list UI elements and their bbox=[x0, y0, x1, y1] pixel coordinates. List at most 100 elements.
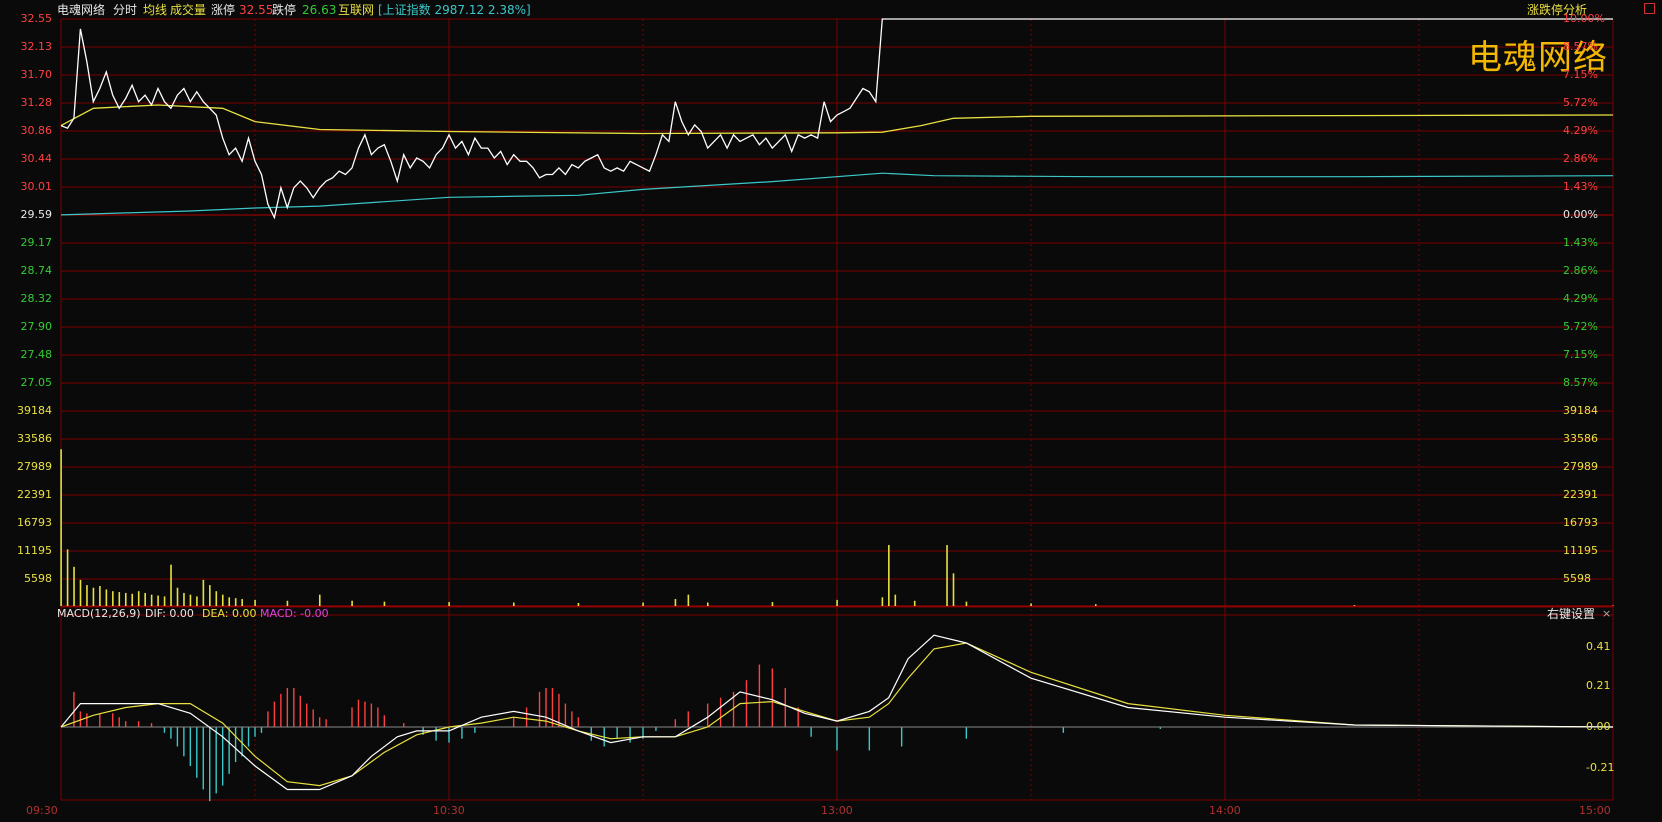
volume-bar bbox=[254, 599, 256, 606]
volume-bar bbox=[118, 592, 121, 606]
volume-bar bbox=[131, 593, 134, 606]
percent-tick-label: 4.29% bbox=[1563, 124, 1598, 137]
volume-bar bbox=[512, 602, 515, 606]
volume-bar bbox=[60, 449, 62, 606]
volume-bar bbox=[286, 600, 289, 606]
volume-bar bbox=[1030, 603, 1032, 606]
limit-down-value: 26.63 bbox=[302, 3, 337, 17]
macd-dif-value: DIF: 0.00 bbox=[145, 607, 194, 620]
index-text[interactable]: [上证指数 2987.12 2.38%] bbox=[378, 3, 531, 17]
percent-tick-label: 7.15% bbox=[1563, 68, 1598, 81]
volume-bar bbox=[202, 579, 205, 606]
price-tick-label: 29.17 bbox=[20, 236, 53, 249]
volume-bar bbox=[706, 602, 709, 606]
macd-close-icon[interactable]: × bbox=[1602, 607, 1611, 621]
price-tick-label: 29.59 bbox=[20, 208, 53, 221]
sector-label[interactable]: 互联网 bbox=[338, 3, 374, 17]
right-click-settings[interactable]: 右键设置 bbox=[1547, 607, 1595, 621]
volume-bar bbox=[674, 599, 677, 606]
macd-title[interactable]: MACD(12,26,9) bbox=[57, 607, 141, 621]
volume-bar bbox=[448, 602, 450, 606]
volume-label: 成交量 bbox=[170, 3, 207, 17]
volume-tick-label-right: 16793 bbox=[1563, 516, 1598, 529]
macd-tick-label: -0.21 bbox=[1586, 761, 1615, 774]
macd-tick-label: 0.21 bbox=[1586, 679, 1611, 692]
time-tick-label: 09:30 bbox=[26, 804, 58, 817]
macd-dea-value: DEA: 0.00 bbox=[202, 607, 257, 620]
volume-bar bbox=[771, 602, 774, 606]
volume-bar bbox=[221, 594, 224, 606]
volume-bar bbox=[73, 566, 75, 606]
percent-tick-label: 1.43% bbox=[1563, 236, 1598, 249]
limit-up-label: 涨停 bbox=[211, 3, 236, 17]
volume-bar bbox=[577, 602, 580, 606]
percent-tick-label: 8.57% bbox=[1563, 40, 1598, 53]
price-tick-label: 27.48 bbox=[20, 348, 53, 361]
volume-bar bbox=[170, 564, 172, 606]
volume-bar bbox=[1353, 605, 1356, 606]
volume-tick-label-right: 33586 bbox=[1563, 432, 1598, 445]
volume-bar bbox=[913, 600, 916, 606]
mode-label[interactable]: 分时 bbox=[113, 3, 137, 17]
volume-bar bbox=[209, 585, 211, 606]
macd-macd-value: MACD: -0.00 bbox=[260, 607, 329, 620]
volume-bar bbox=[150, 594, 153, 606]
volume-bar bbox=[124, 592, 127, 606]
price-tick-label: 32.55 bbox=[20, 12, 53, 25]
volume-tick-label: 22391 bbox=[17, 488, 52, 501]
volume-tick-label: 27989 bbox=[17, 460, 52, 473]
volume-bar bbox=[99, 585, 101, 606]
volume-bar bbox=[234, 598, 237, 606]
volume-bar bbox=[351, 600, 353, 606]
volume-bar bbox=[163, 596, 166, 606]
price-tick-label: 31.70 bbox=[20, 68, 53, 81]
volume-bar bbox=[157, 595, 159, 606]
chart-grid bbox=[60, 18, 1614, 801]
volume-bar bbox=[965, 601, 968, 606]
volume-bar bbox=[1094, 604, 1097, 606]
macd-tick-label: 0.00 bbox=[1586, 720, 1611, 733]
price-tick-label: 32.13 bbox=[20, 40, 53, 53]
volume-tick-label-right: 39184 bbox=[1563, 404, 1598, 417]
time-tick-label: 14:00 bbox=[1209, 804, 1241, 817]
stock-name[interactable]: 电魂网络 bbox=[57, 3, 105, 17]
percent-tick-label: 4.29% bbox=[1563, 292, 1598, 305]
percent-tick-label: 10.00% bbox=[1563, 12, 1605, 25]
volume-bar bbox=[196, 596, 198, 606]
volume-bar bbox=[105, 589, 108, 606]
intraday-chart[interactable] bbox=[0, 0, 1662, 822]
volume-bar bbox=[894, 594, 897, 606]
volume-bar bbox=[383, 601, 386, 606]
macd-tick-label: 0.41 bbox=[1586, 639, 1611, 653]
volume-tick-label: 5598 bbox=[24, 572, 52, 585]
volume-tick-label-right: 22391 bbox=[1563, 488, 1598, 501]
volume-bar bbox=[86, 585, 88, 606]
price-tick-label: 27.90 bbox=[20, 320, 53, 333]
volume-bar bbox=[836, 599, 838, 606]
percent-tick-label: 5.72% bbox=[1563, 96, 1598, 109]
volume-bar bbox=[66, 549, 69, 606]
percent-tick-label: 7.15% bbox=[1563, 348, 1598, 361]
volume-bar bbox=[92, 587, 95, 606]
time-tick-label: 13:00 bbox=[821, 804, 853, 817]
volume-bar bbox=[946, 545, 948, 606]
volume-bar bbox=[183, 592, 185, 606]
volume-bar bbox=[215, 591, 218, 606]
volume-tick-label-right: 11195 bbox=[1563, 544, 1598, 557]
time-tick-label: 15:00 bbox=[1579, 804, 1611, 817]
percent-tick-label: 2.86% bbox=[1563, 152, 1598, 165]
volume-bar bbox=[881, 597, 884, 606]
price-tick-label: 28.74 bbox=[20, 264, 53, 277]
percent-tick-label: 8.57% bbox=[1563, 376, 1598, 389]
price-tick-label: 27.05 bbox=[20, 376, 53, 389]
percent-tick-label: 2.86% bbox=[1563, 264, 1598, 277]
percent-tick-label: 1.43% bbox=[1563, 180, 1598, 193]
volume-bar bbox=[241, 599, 243, 606]
time-tick-label: 10:30 bbox=[433, 804, 465, 817]
volume-tick-label: 39184 bbox=[17, 404, 52, 417]
volume-bar bbox=[228, 597, 231, 606]
volume-bar bbox=[888, 545, 890, 606]
price-tick-label: 30.86 bbox=[20, 124, 53, 137]
volume-bar bbox=[79, 579, 82, 606]
volume-bar bbox=[952, 573, 955, 606]
